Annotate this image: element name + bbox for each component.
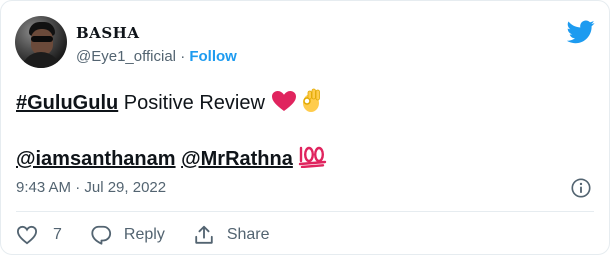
heart-outline-icon bbox=[16, 225, 38, 245]
share-button[interactable]: Share bbox=[193, 224, 270, 246]
share-icon bbox=[195, 225, 213, 244]
author-name[interactable]: BASHA bbox=[76, 24, 139, 42]
divider bbox=[16, 211, 594, 212]
hashtag-link[interactable]: #GuluGulu bbox=[16, 92, 118, 114]
red-heart-icon bbox=[271, 91, 296, 111]
avatar[interactable] bbox=[15, 16, 67, 68]
author-handle-row: @Eye1_official · Follow bbox=[76, 48, 237, 65]
reply-button[interactable]: Reply bbox=[90, 224, 165, 246]
ok-hand-icon bbox=[302, 88, 320, 112]
avatar-body bbox=[21, 52, 61, 68]
mention-link[interactable]: @iamsanthanam bbox=[16, 148, 176, 170]
mention-link[interactable]: @MrRathna bbox=[181, 148, 293, 170]
tweet-timestamp[interactable]: 9:43 AM · Jul 29, 2022 bbox=[16, 179, 166, 196]
tweet-text: Positive Review bbox=[118, 92, 271, 114]
tweet-line-2: @iamsanthanam @MrRathna bbox=[16, 144, 328, 171]
tweet-card: BASHA @Eye1_official · Follow #GuluGulu … bbox=[0, 0, 610, 255]
hundred-points-icon bbox=[299, 146, 327, 169]
like-count: 7 bbox=[53, 226, 62, 243]
tweet-actions: 7 Reply Share bbox=[16, 221, 298, 249]
info-icon[interactable] bbox=[570, 177, 592, 199]
reply-icon bbox=[91, 225, 111, 245]
follow-button[interactable]: Follow bbox=[189, 48, 237, 65]
twitter-bird-icon[interactable] bbox=[567, 20, 595, 44]
author-handle[interactable]: @Eye1_official bbox=[76, 48, 176, 65]
share-label: Share bbox=[226, 226, 270, 243]
avatar-sunglasses bbox=[31, 36, 53, 42]
tweet-line-1: #GuluGulu Positive Review bbox=[16, 87, 323, 115]
like-button[interactable]: 7 bbox=[16, 225, 62, 245]
handle-separator: · bbox=[180, 48, 186, 65]
reply-label: Reply bbox=[123, 226, 165, 243]
